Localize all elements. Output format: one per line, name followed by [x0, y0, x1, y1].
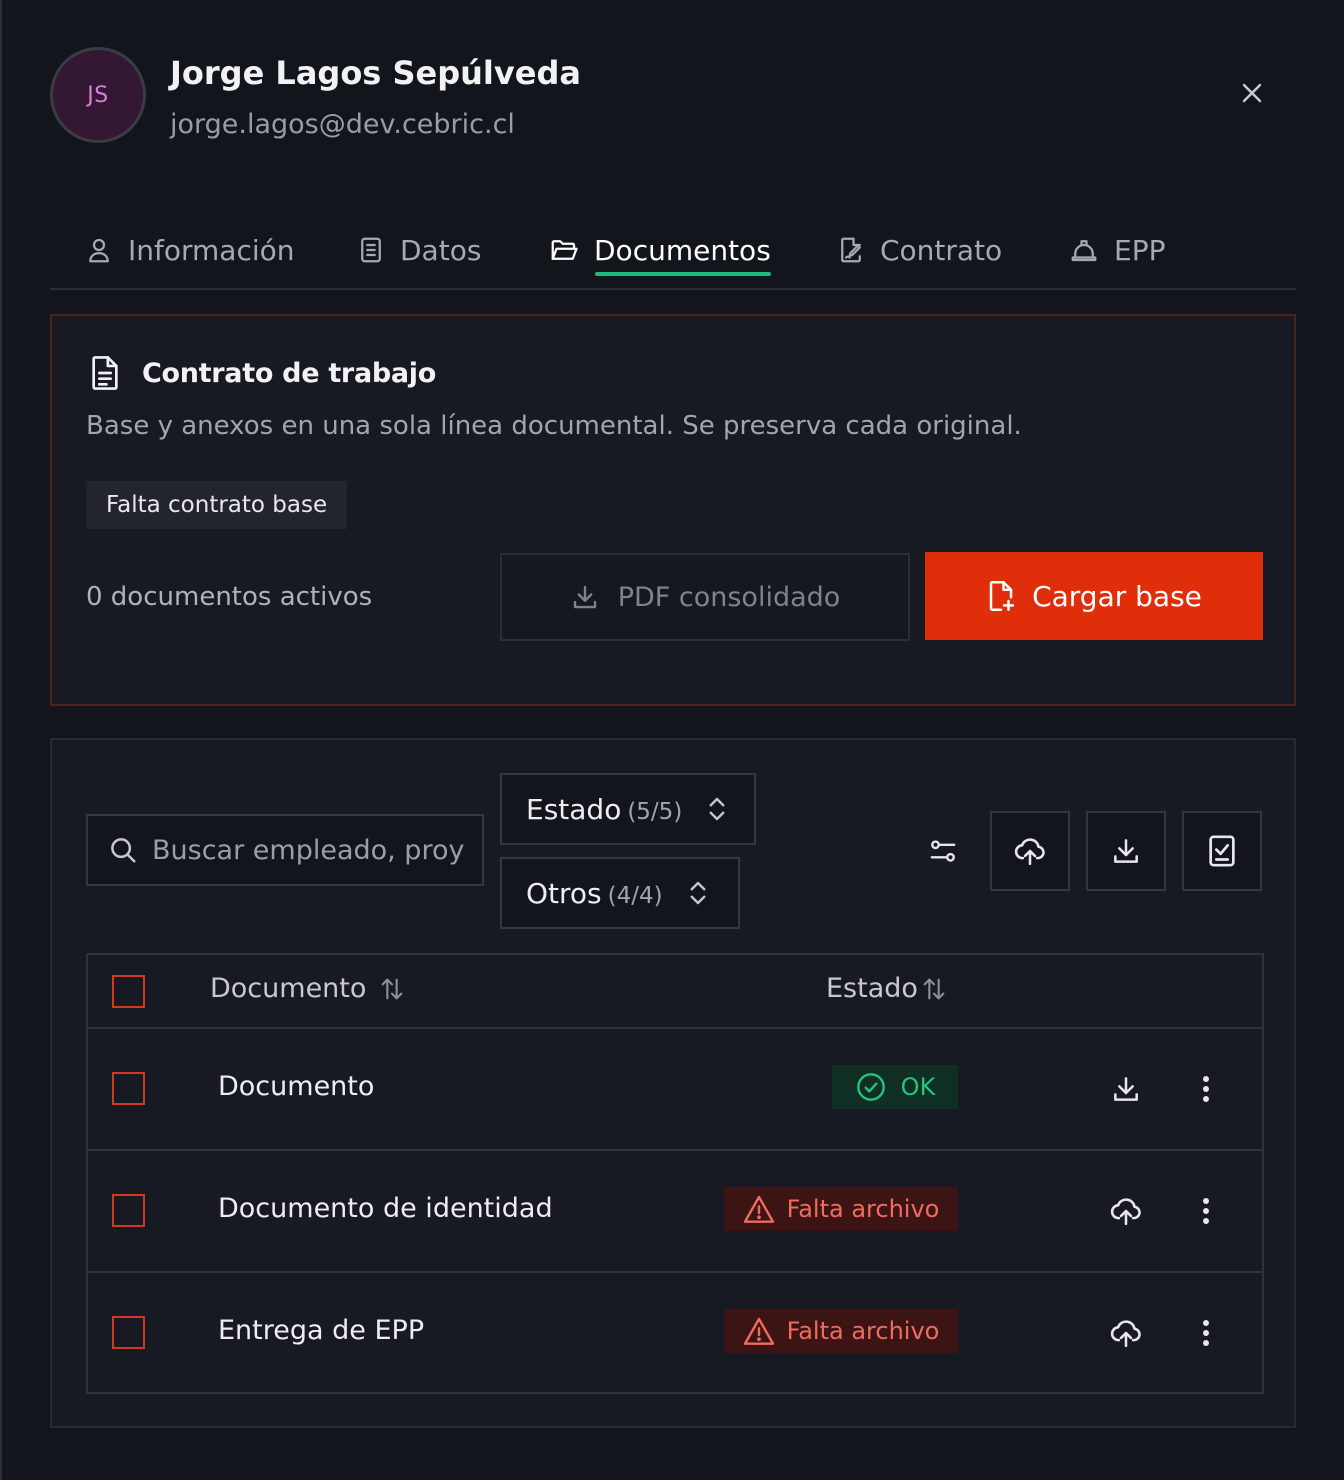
tab-bar: Información Datos Documentos Contrato EP…	[50, 212, 1296, 290]
upload-base-button[interactable]: Cargar base	[925, 552, 1263, 640]
tab-label: Datos	[400, 233, 482, 267]
upload-base-label: Cargar base	[1032, 579, 1202, 613]
bulk-download-button[interactable]	[1086, 811, 1166, 891]
sort-icon	[382, 978, 403, 999]
table-row: Entrega de EPP Falta archivo	[88, 1273, 1262, 1395]
pdf-button-label: PDF consolidado	[617, 581, 841, 613]
chevron-up-down-icon	[690, 881, 706, 905]
checklist-button[interactable]	[1182, 811, 1262, 891]
tab-contrato[interactable]: Contrato	[836, 212, 1002, 288]
status-badge-ok: OK	[832, 1065, 958, 1109]
contract-title-row: Contrato de trabajo	[88, 354, 436, 392]
upload-cloud-icon	[1110, 1320, 1141, 1348]
estado-filter-count: (5/5)	[627, 798, 683, 825]
document-name: Entrega de EPP	[218, 1315, 425, 1346]
panel-left-border	[0, 0, 2, 1480]
column-header-label: Estado	[826, 973, 918, 1004]
row-upload-button[interactable]	[1106, 1313, 1146, 1353]
warning-triangle-icon	[743, 1195, 774, 1223]
search-input[interactable]: Buscar empleado, proy	[86, 814, 484, 886]
close-button[interactable]	[1232, 73, 1272, 113]
hard-hat-icon	[1071, 240, 1097, 262]
more-vertical-icon	[1203, 1076, 1209, 1102]
sort-icon	[923, 978, 945, 999]
status-badge-missing: Falta archivo	[724, 1309, 958, 1353]
row-download-button[interactable]	[1106, 1069, 1146, 1109]
tab-datos[interactable]: Datos	[356, 212, 481, 288]
missing-base-badge: Falta contrato base	[86, 481, 348, 529]
sliders-icon	[930, 840, 956, 862]
contract-description: Base y anexos en una sola línea document…	[86, 411, 1022, 441]
otros-filter-select[interactable]: Otros (4/4)	[500, 857, 740, 929]
estado-filter-label: Estado	[526, 792, 622, 826]
tab-epp[interactable]: EPP	[1068, 212, 1165, 288]
select-all-checkbox[interactable]	[112, 975, 145, 1008]
file-plus-icon	[989, 581, 1015, 611]
status-label: Falta archivo	[786, 1317, 940, 1345]
row-checkbox[interactable]	[112, 1194, 145, 1227]
more-vertical-icon	[1203, 1320, 1209, 1346]
row-checkbox[interactable]	[112, 1316, 145, 1349]
warning-triangle-icon	[743, 1317, 774, 1345]
table-header: Documento Estado	[88, 955, 1262, 1029]
upload-cloud-icon	[1014, 838, 1045, 866]
tab-informacion[interactable]: Información	[84, 212, 295, 288]
otros-filter-label: Otros	[526, 876, 602, 910]
row-checkbox[interactable]	[112, 1072, 145, 1105]
clipboard-icon	[361, 237, 381, 263]
estado-filter-select[interactable]: Estado (5/5)	[500, 773, 756, 845]
download-icon	[1114, 1077, 1138, 1101]
row-more-menu-button[interactable]	[1192, 1313, 1220, 1353]
folder-icon	[551, 240, 578, 260]
avatar-initials: JS	[87, 82, 109, 108]
otros-filter-count: (4/4)	[607, 882, 663, 909]
active-tab-indicator	[595, 272, 771, 276]
avatar: JS	[50, 47, 146, 143]
document-name: Documento de identidad	[218, 1193, 553, 1224]
status-label: OK	[900, 1073, 936, 1101]
active-documents-count: 0 documentos activos	[86, 582, 373, 612]
close-icon	[1242, 83, 1262, 103]
tab-label: EPP	[1114, 233, 1166, 267]
column-header-label: Documento	[210, 973, 367, 1004]
documents-section: Buscar empleado, proy Estado (5/5) Otros(…	[50, 738, 1296, 1428]
consolidated-pdf-button[interactable]: PDF consolidado	[500, 553, 910, 641]
download-icon	[1114, 839, 1138, 863]
row-upload-button[interactable]	[1106, 1191, 1146, 1231]
status-label: Falta archivo	[786, 1195, 940, 1223]
file-signature-icon	[841, 237, 861, 263]
search-icon	[111, 838, 136, 863]
tab-label: Documentos	[594, 233, 771, 267]
status-badge-missing: Falta archivo	[724, 1187, 958, 1231]
tab-documentos[interactable]: Documentos	[548, 212, 771, 288]
contract-title: Contrato de trabajo	[142, 357, 437, 389]
row-more-menu-button[interactable]	[1192, 1069, 1220, 1109]
column-header-document[interactable]: Documento	[210, 973, 406, 1004]
user-icon	[89, 238, 109, 263]
document-name: Documento	[218, 1071, 375, 1102]
more-vertical-icon	[1203, 1198, 1209, 1224]
clipboard-check-icon	[1209, 835, 1235, 867]
user-email: jorge.lagos@dev.cebric.cl	[170, 109, 515, 140]
tab-label: Contrato	[880, 233, 1003, 267]
upload-cloud-icon	[1110, 1198, 1141, 1226]
table-row: Documento de identidad Falta archivo	[88, 1151, 1262, 1273]
download-icon	[573, 585, 596, 609]
tab-label: Información	[128, 233, 295, 267]
user-name: Jorge Lagos Sepúlveda	[170, 54, 581, 92]
column-header-status[interactable]: Estado	[826, 973, 948, 1004]
documents-table: Documento Estado Documento OK Documento …	[86, 953, 1264, 1394]
check-circle-icon	[856, 1073, 885, 1101]
filter-settings-button[interactable]	[924, 832, 962, 870]
document-icon	[92, 356, 118, 390]
search-placeholder: Buscar empleado, proy	[152, 834, 465, 866]
contract-card: Contrato de trabajo Base y anexos en una…	[50, 314, 1296, 706]
table-row: Documento OK	[88, 1029, 1262, 1151]
bulk-upload-button[interactable]	[990, 811, 1070, 891]
chevron-up-down-icon	[709, 797, 725, 821]
row-more-menu-button[interactable]	[1192, 1191, 1220, 1231]
